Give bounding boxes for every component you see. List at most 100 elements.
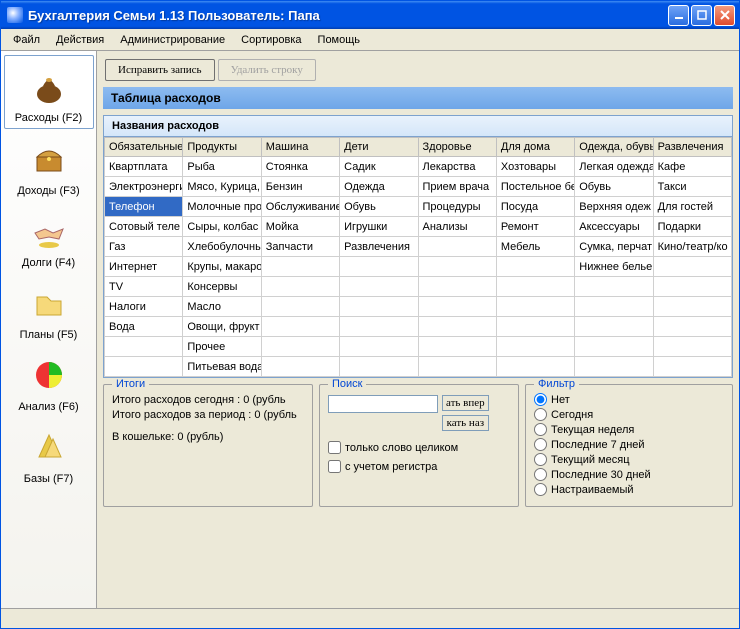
table-cell[interactable] (575, 357, 653, 377)
table-cell[interactable]: Стоянка (261, 157, 339, 177)
table-cell[interactable] (653, 357, 731, 377)
table-cell[interactable] (261, 357, 339, 377)
column-header[interactable]: Дети (340, 138, 418, 157)
table-cell[interactable]: Подарки (653, 217, 731, 237)
table-cell[interactable] (340, 277, 418, 297)
table-cell[interactable]: Вода (105, 317, 183, 337)
table-cell[interactable]: Прием врача (418, 177, 496, 197)
filter-option[interactable]: Последние 7 дней (534, 438, 724, 451)
sidebar-item-income[interactable]: Доходы (F3) (4, 129, 94, 201)
table-cell[interactable] (418, 277, 496, 297)
table-cell[interactable] (261, 277, 339, 297)
table-cell[interactable]: Постельное бе (496, 177, 574, 197)
table-cell[interactable] (575, 317, 653, 337)
table-cell[interactable] (418, 357, 496, 377)
sidebar-item-debts[interactable]: Долги (F4) (4, 201, 94, 273)
column-header[interactable]: Одежда, обувь (575, 138, 653, 157)
filter-radio[interactable] (534, 423, 547, 436)
expense-grid[interactable]: ОбязательныеПродуктыМашинаДетиЗдоровьеДл… (103, 136, 733, 378)
table-cell[interactable] (575, 337, 653, 357)
table-cell[interactable]: Масло (183, 297, 261, 317)
table-cell[interactable]: Развлечения (340, 237, 418, 257)
table-cell[interactable] (261, 317, 339, 337)
filter-option[interactable]: Последние 30 дней (534, 468, 724, 481)
table-cell[interactable] (496, 317, 574, 337)
table-cell[interactable] (575, 277, 653, 297)
table-cell[interactable] (496, 277, 574, 297)
search-back-button[interactable]: кать наз (442, 415, 489, 431)
table-cell[interactable] (653, 297, 731, 317)
table-cell[interactable]: Молочные про (183, 197, 261, 217)
table-cell[interactable]: Аксессуары (575, 217, 653, 237)
table-cell[interactable] (418, 237, 496, 257)
sidebar-item-plans[interactable]: Планы (F5) (4, 273, 94, 345)
table-cell[interactable]: Хозтовары (496, 157, 574, 177)
table-cell[interactable]: Телефон (105, 197, 183, 217)
filter-radio[interactable] (534, 483, 547, 496)
minimize-button[interactable] (668, 5, 689, 26)
table-cell[interactable]: Для гостей (653, 197, 731, 217)
table-cell[interactable] (340, 357, 418, 377)
table-cell[interactable] (496, 337, 574, 357)
table-cell[interactable]: Посуда (496, 197, 574, 217)
table-cell[interactable] (575, 297, 653, 317)
table-cell[interactable]: Обслуживание (261, 197, 339, 217)
table-cell[interactable]: Питьевая вода (183, 357, 261, 377)
table-cell[interactable]: Анализы (418, 217, 496, 237)
table-cell[interactable]: Хлебобулочны (183, 237, 261, 257)
menu-file[interactable]: Файл (5, 31, 48, 49)
table-cell[interactable] (340, 317, 418, 337)
table-cell[interactable]: Налоги (105, 297, 183, 317)
column-header[interactable]: Здоровье (418, 138, 496, 157)
table-cell[interactable]: Сыры, колбас (183, 217, 261, 237)
table-cell[interactable]: Сумка, перчат (575, 237, 653, 257)
maximize-button[interactable] (691, 5, 712, 26)
filter-option[interactable]: Нет (534, 393, 724, 406)
table-cell[interactable] (261, 297, 339, 317)
menu-help[interactable]: Помощь (310, 31, 369, 49)
column-header[interactable]: Обязательные (105, 138, 183, 157)
table-cell[interactable]: Верхняя одеж (575, 197, 653, 217)
table-cell[interactable]: Прочее (183, 337, 261, 357)
table-cell[interactable] (340, 257, 418, 277)
search-forward-button[interactable]: ать впер (442, 395, 489, 411)
table-cell[interactable]: Одежда (340, 177, 418, 197)
table-cell[interactable]: Такси (653, 177, 731, 197)
table-cell[interactable] (340, 297, 418, 317)
table-cell[interactable]: Легкая одежда (575, 157, 653, 177)
filter-radio[interactable] (534, 468, 547, 481)
table-cell[interactable]: Бензин (261, 177, 339, 197)
table-cell[interactable] (418, 317, 496, 337)
filter-option[interactable]: Сегодня (534, 408, 724, 421)
table-cell[interactable]: Игрушки (340, 217, 418, 237)
table-cell[interactable]: Интернет (105, 257, 183, 277)
search-input[interactable] (328, 395, 438, 413)
whole-word-checkbox[interactable]: только слово целиком (328, 441, 510, 454)
table-cell[interactable]: Кино/театр/ко (653, 237, 731, 257)
table-cell[interactable]: Мясо, Курица, (183, 177, 261, 197)
table-cell[interactable]: Ремонт (496, 217, 574, 237)
menu-sort[interactable]: Сортировка (233, 31, 309, 49)
sidebar-item-bases[interactable]: Базы (F7) (4, 417, 94, 489)
table-cell[interactable] (496, 257, 574, 277)
table-cell[interactable] (418, 337, 496, 357)
table-cell[interactable]: Садик (340, 157, 418, 177)
table-cell[interactable]: Лекарства (418, 157, 496, 177)
table-cell[interactable]: Кафе (653, 157, 731, 177)
table-cell[interactable] (340, 337, 418, 357)
case-checkbox[interactable]: с учетом регистра (328, 460, 510, 473)
filter-option[interactable]: Настраиваемый (534, 483, 724, 496)
table-cell[interactable]: Газ (105, 237, 183, 257)
filter-option[interactable]: Текущий месяц (534, 453, 724, 466)
table-cell[interactable]: Обувь (575, 177, 653, 197)
column-header[interactable]: Развлечения (653, 138, 731, 157)
table-cell[interactable]: Квартплата (105, 157, 183, 177)
filter-radio[interactable] (534, 408, 547, 421)
edit-record-button[interactable]: Исправить запись (105, 59, 215, 81)
table-cell[interactable]: Мойка (261, 217, 339, 237)
table-cell[interactable] (653, 277, 731, 297)
table-cell[interactable]: Нижнее белье (575, 257, 653, 277)
table-cell[interactable]: Обувь (340, 197, 418, 217)
column-header[interactable]: Машина (261, 138, 339, 157)
table-cell[interactable] (653, 317, 731, 337)
